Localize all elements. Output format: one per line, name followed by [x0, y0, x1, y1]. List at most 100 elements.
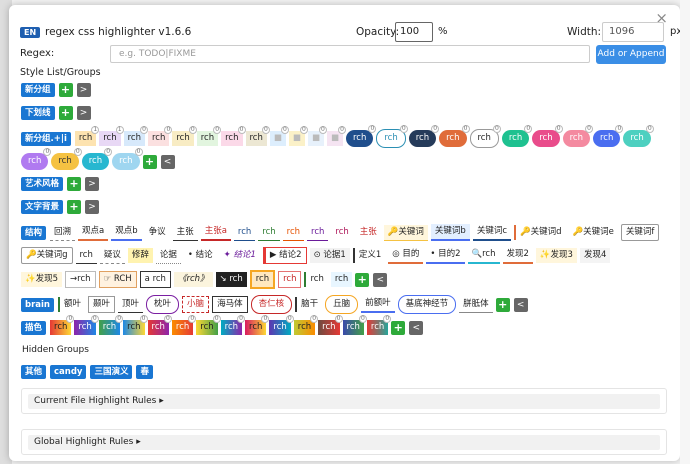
style-chip[interactable]: 基底神经节: [397, 295, 457, 314]
style-chip[interactable]: 🔑关键词e: [569, 225, 618, 240]
style-chip[interactable]: 枕叶: [146, 295, 180, 314]
add-style-button[interactable]: +: [355, 272, 370, 287]
expand-group-button[interactable]: >: [85, 177, 100, 191]
style-chip[interactable]: 定义1: [352, 248, 385, 263]
style-chip[interactable]: ↘ rch: [215, 272, 247, 287]
language-badge[interactable]: EN: [20, 27, 41, 38]
style-chip[interactable]: • 结论: [184, 248, 217, 263]
style-chip[interactable]: 疑议: [99, 248, 125, 264]
style-chip[interactable]: a rch: [139, 271, 171, 288]
collapse-group-button[interactable]: <: [160, 154, 175, 169]
style-chip[interactable]: →rch: [65, 271, 96, 288]
style-chip[interactable]: rch: [278, 271, 302, 288]
style-chip[interactable]: rch 0: [245, 126, 270, 146]
style-chip[interactable]: rch 0: [172, 126, 197, 146]
group-tag[interactable]: brain: [21, 297, 54, 312]
style-chip[interactable]: 前额叶: [361, 296, 395, 313]
style-chip[interactable]: rch 1: [74, 126, 100, 146]
style-chip[interactable]: rch 0: [408, 125, 440, 147]
style-chip[interactable]: ■ 0: [307, 126, 327, 146]
style-chip[interactable]: rch 0: [501, 125, 533, 147]
style-chip[interactable]: ◎ 目的: [388, 247, 424, 264]
style-chip[interactable]: rch 0: [148, 126, 173, 146]
width-input[interactable]: 1096: [602, 22, 664, 42]
add-style-button[interactable]: +: [58, 83, 73, 97]
style-chip[interactable]: 发现4: [579, 248, 611, 263]
style-chip[interactable]: 修辞: [127, 248, 153, 263]
add-style-button[interactable]: +: [142, 154, 157, 169]
style-chip[interactable]: 胼胝体: [459, 297, 493, 313]
current-file-rules-toggle[interactable]: Current File Highlight Rules ▸: [28, 394, 660, 409]
style-chip[interactable]: rch 0: [469, 125, 501, 148]
style-chip[interactable]: rch 0: [366, 315, 392, 335]
style-chip[interactable]: 丘脑: [325, 295, 359, 314]
hidden-group-tag[interactable]: 春: [136, 365, 153, 379]
style-chip[interactable]: rch 0: [623, 125, 654, 147]
add-style-button[interactable]: +: [67, 177, 82, 191]
style-chip[interactable]: 关键词b: [430, 224, 470, 241]
style-chip[interactable]: rch 0: [221, 126, 246, 146]
style-chip[interactable]: rch 0: [50, 315, 75, 335]
style-chip[interactable]: 主张: [356, 225, 381, 240]
style-chip[interactable]: 🔑关键词d: [514, 225, 566, 240]
opacity-input[interactable]: 100: [395, 22, 433, 42]
style-chip[interactable]: rch 0: [346, 125, 377, 147]
group-tag[interactable]: 新分组: [21, 83, 55, 97]
style-chip[interactable]: rch 0: [51, 148, 82, 170]
style-chip[interactable]: ■ 0: [326, 126, 346, 146]
style-chip[interactable]: rch 0: [147, 315, 172, 335]
style-chip[interactable]: rch 0: [593, 125, 624, 147]
hidden-group-tag[interactable]: 其他: [21, 365, 47, 379]
style-chip[interactable]: 🔑关键词g: [21, 247, 73, 264]
style-chip[interactable]: rch 0: [532, 125, 563, 147]
group-tag[interactable]: 下划线: [21, 106, 55, 120]
style-chip[interactable]: rch: [307, 225, 329, 241]
style-chip[interactable]: 杏仁核: [250, 295, 293, 314]
style-chip[interactable]: rch 0: [81, 148, 113, 170]
collapse-group-button[interactable]: <: [373, 272, 388, 287]
style-chip[interactable]: 观点b: [111, 224, 142, 241]
group-tag[interactable]: 艺术风格: [21, 177, 64, 191]
style-chip[interactable]: ■ 0: [288, 126, 308, 146]
add-style-button[interactable]: +: [391, 320, 406, 335]
style-chip[interactable]: ✦ 结论1: [220, 248, 260, 263]
group-tag[interactable]: 新分组.+|i: [21, 131, 71, 146]
style-chip[interactable]: rch: [304, 272, 327, 287]
style-chip[interactable]: rch 0: [112, 148, 143, 170]
style-chip[interactable]: rch 0: [98, 315, 124, 335]
style-chip[interactable]: ✨发现5: [21, 272, 63, 287]
style-chip[interactable]: 关键词f: [620, 224, 660, 241]
collapse-group-button[interactable]: <: [409, 320, 424, 335]
style-chip[interactable]: rch: [282, 225, 305, 241]
style-chip[interactable]: rch 0: [220, 315, 246, 335]
style-chip[interactable]: 发现2: [502, 247, 533, 264]
style-chip[interactable]: ✨发现3: [535, 248, 577, 263]
expand-group-button[interactable]: >: [76, 83, 91, 97]
style-chip[interactable]: rch 0: [196, 315, 221, 335]
style-chip[interactable]: 回溯: [50, 225, 76, 241]
style-chip[interactable]: rch 0: [562, 125, 593, 147]
style-chip[interactable]: 《rch》: [173, 272, 213, 287]
expand-group-button[interactable]: >: [76, 106, 91, 120]
style-chip[interactable]: 主张a: [200, 224, 231, 241]
hidden-group-tag[interactable]: 三国演义: [90, 365, 133, 379]
style-chip[interactable]: 关键词c: [472, 224, 511, 241]
style-chip[interactable]: rch 0: [74, 315, 99, 335]
style-chip[interactable]: rch 0: [439, 125, 470, 147]
style-chip[interactable]: 论据: [155, 248, 181, 264]
style-chip[interactable]: 顶叶: [118, 297, 144, 313]
collapse-group-button[interactable]: <: [513, 297, 528, 312]
style-chip[interactable]: 争议: [145, 225, 170, 240]
expand-group-button[interactable]: >: [85, 200, 100, 214]
style-chip[interactable]: rch 0: [123, 126, 148, 146]
style-chip[interactable]: rch 0: [376, 125, 408, 148]
style-chip[interactable]: rch: [330, 272, 353, 287]
style-chip[interactable]: rch 0: [342, 315, 367, 335]
style-chip[interactable]: 脑干: [295, 297, 322, 312]
style-chip[interactable]: 主张: [172, 225, 198, 241]
style-chip[interactable]: 额叶: [57, 297, 85, 312]
group-tag[interactable]: 结构: [21, 225, 47, 240]
style-chip[interactable]: rch 0: [318, 315, 343, 335]
style-chip[interactable]: 🔍rch: [467, 247, 500, 264]
style-chip[interactable]: rch: [75, 248, 97, 264]
